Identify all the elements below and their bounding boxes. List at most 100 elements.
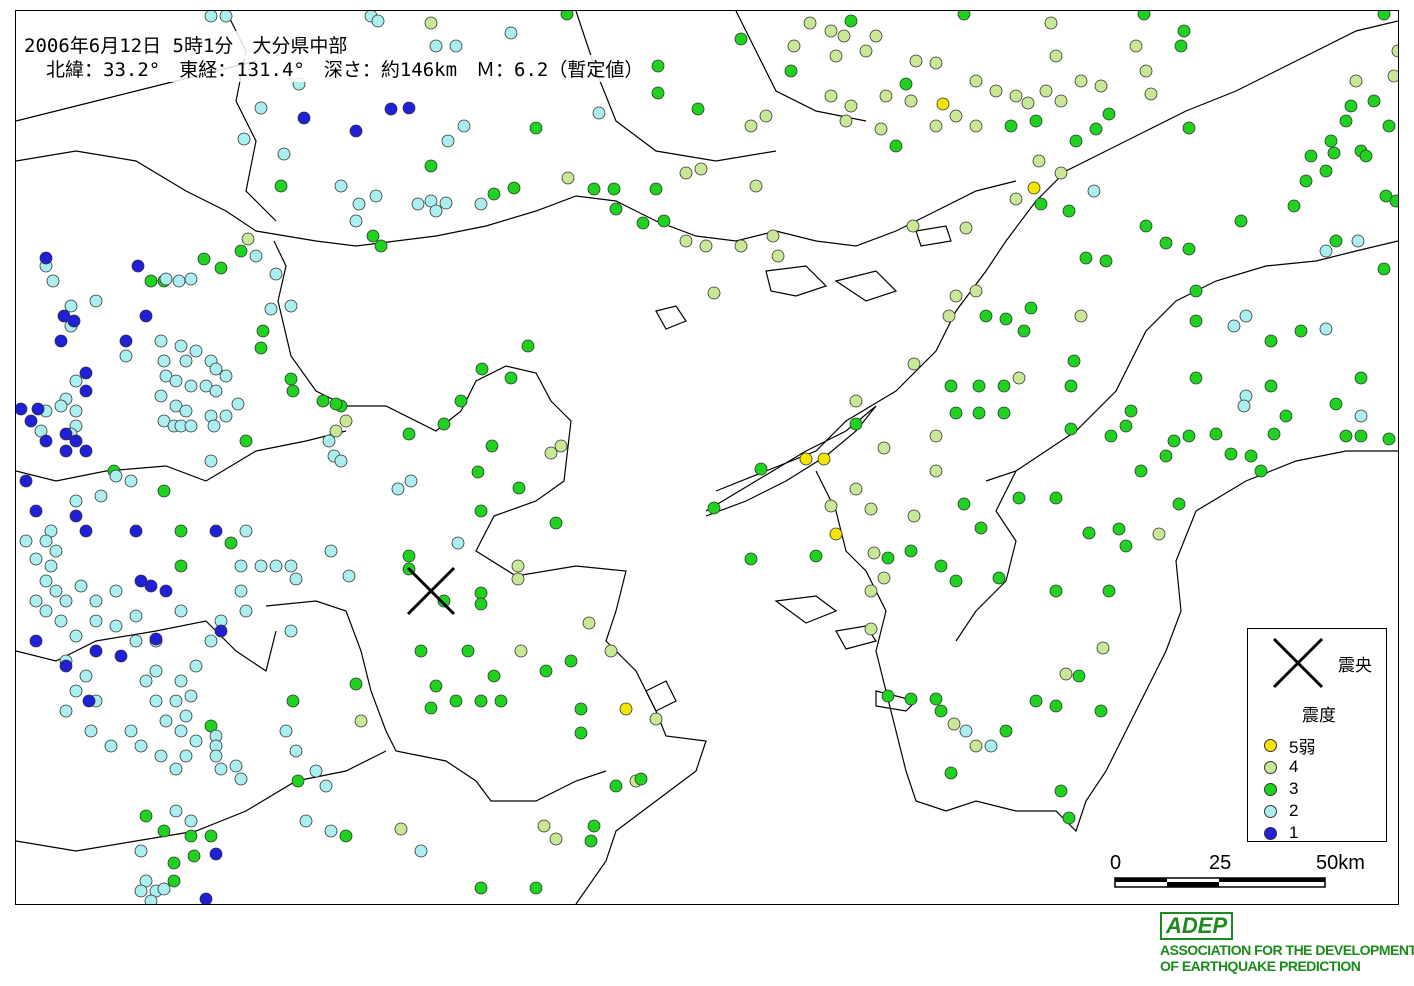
station-dot [54, 334, 68, 348]
station-dot [864, 502, 878, 516]
station-dot [592, 106, 606, 120]
station-dot [424, 159, 438, 173]
station-dot [877, 441, 891, 455]
station-dot [972, 379, 986, 393]
station-dot [269, 559, 283, 573]
station-dot [299, 814, 313, 828]
station-dot [1094, 79, 1108, 93]
station-dot [989, 84, 1003, 98]
station-dot [402, 549, 416, 563]
station-dot [1159, 236, 1173, 250]
station-dot [929, 464, 943, 478]
station-dot [544, 446, 558, 460]
station-dot [949, 289, 963, 303]
station-dot [849, 482, 863, 496]
station-dot [929, 692, 943, 706]
station-dot [766, 229, 780, 243]
station-dot [411, 197, 425, 211]
adep-logo: ADEP [1160, 912, 1234, 940]
station-dot [169, 762, 183, 776]
station-dot [79, 669, 93, 683]
station-dot [134, 844, 148, 858]
station-dot [189, 734, 203, 748]
station-dot [184, 272, 198, 286]
station-dot [1189, 284, 1203, 298]
station-dot [184, 419, 198, 433]
station-dot [144, 579, 158, 593]
station-dot [254, 101, 268, 115]
station-dot [204, 454, 218, 468]
station-dot [391, 482, 405, 496]
station-dot [1082, 526, 1096, 540]
station-dot [1039, 84, 1053, 98]
station-dot [634, 772, 648, 786]
station-dot [239, 434, 253, 448]
station-dot [1174, 39, 1188, 53]
station-dot [604, 644, 618, 658]
station-dot [929, 119, 943, 133]
station-dot [316, 394, 330, 408]
station-dot [59, 594, 73, 608]
legend-item-5lower: 5弱 [1264, 735, 1315, 757]
station-dot [959, 221, 973, 235]
station-dot [64, 299, 78, 313]
station-dot [234, 559, 248, 573]
station-dot [1189, 371, 1203, 385]
station-dot [129, 524, 143, 538]
station-dot [59, 659, 73, 673]
station-dot [1079, 251, 1093, 265]
station-dot [679, 234, 693, 248]
station-dot [131, 259, 145, 273]
station-dot [979, 309, 993, 323]
station-dot [475, 362, 489, 376]
station-dot [69, 684, 83, 698]
station-dot [1119, 539, 1133, 553]
station-dot [1264, 334, 1278, 348]
station-dot [1059, 667, 1073, 681]
station-dot [249, 249, 263, 263]
station-dot [329, 424, 343, 438]
station-dot [944, 766, 958, 780]
station-dot [1351, 234, 1365, 248]
station-dot [734, 32, 748, 46]
station-dot [19, 474, 33, 488]
station-dot [474, 504, 488, 518]
station-dot [754, 462, 768, 476]
station-dot [1067, 354, 1081, 368]
station-dot [209, 384, 223, 398]
station-dot [349, 214, 363, 228]
station-dot [461, 644, 475, 658]
station-dot [277, 147, 291, 161]
station-dot [174, 339, 188, 353]
station-dot [1029, 114, 1043, 128]
station-dot [1224, 447, 1238, 461]
station-dot [929, 56, 943, 70]
station-dot [109, 619, 123, 633]
station-dot [824, 24, 838, 38]
station-dot [234, 584, 248, 598]
station-dot [424, 16, 438, 30]
station-dot [749, 179, 763, 193]
station-dot [1234, 214, 1248, 228]
intensity-legend-title: 震度 [1302, 706, 1336, 726]
station-dot [1074, 74, 1088, 88]
station-dot [1137, 11, 1151, 21]
station-dot [1344, 99, 1358, 113]
station-dot [134, 739, 148, 753]
station-dot [824, 89, 838, 103]
station-dot [869, 29, 883, 43]
legend-label: 3 [1289, 779, 1299, 798]
station-dot [904, 544, 918, 558]
station-dot [1354, 429, 1368, 443]
station-dot [449, 39, 463, 53]
intensity-3-dot [1264, 782, 1277, 796]
station-dot [879, 89, 893, 103]
station-dot [607, 182, 621, 196]
station-dot [239, 524, 253, 538]
station-dot [1339, 429, 1353, 443]
station-dot [74, 579, 88, 593]
station-dot [529, 121, 543, 135]
station-dot [174, 524, 188, 538]
station-dot [339, 829, 353, 843]
station-dot [219, 409, 233, 423]
